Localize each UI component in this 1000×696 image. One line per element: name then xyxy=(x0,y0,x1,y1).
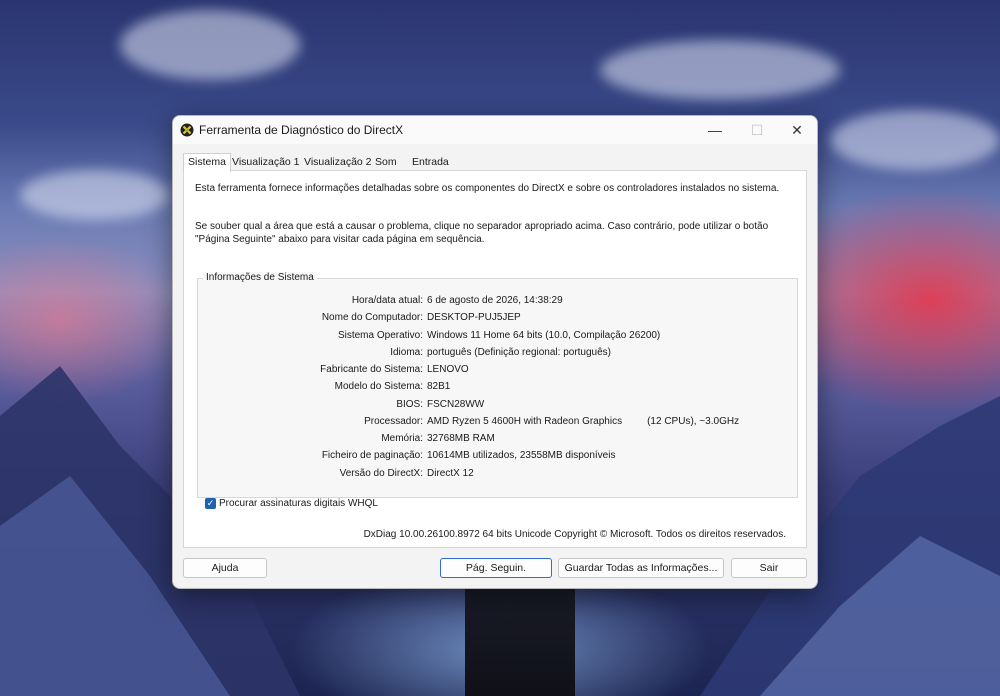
tab-som[interactable]: Som xyxy=(371,154,401,170)
info-label: Memória: xyxy=(381,433,423,444)
info-label: Fabricante do Sistema: xyxy=(320,364,423,375)
tab-entrada[interactable]: Entrada xyxy=(408,154,453,170)
info-row-manufacturer: Fabricante do Sistema: LENOVO xyxy=(198,364,797,378)
help-button[interactable]: Ajuda xyxy=(183,558,267,578)
info-label: Versão do DirectX: xyxy=(339,468,423,479)
title-bar[interactable]: Ferramenta de Diagnóstico do DirectX — ☐… xyxy=(173,116,817,144)
group-title: Informações de Sistema xyxy=(203,272,317,283)
dxdiag-window: Ferramenta de Diagnóstico do DirectX — ☐… xyxy=(172,115,818,589)
info-value: 32768MB RAM xyxy=(427,433,495,444)
info-row-memory: Memória: 32768MB RAM xyxy=(198,433,797,447)
info-label: BIOS: xyxy=(396,399,423,410)
info-row-os: Sistema Operativo: Windows 11 Home 64 bit… xyxy=(198,330,797,344)
window-title: Ferramenta de Diagnóstico do DirectX xyxy=(199,123,404,137)
info-row-language: Idioma: português (Definição regional: po… xyxy=(198,347,797,361)
info-value: DESKTOP-PUJ5JEP xyxy=(427,312,521,323)
info-value: FSCN28WW xyxy=(427,399,485,410)
whql-checkbox[interactable]: ✓ xyxy=(205,498,216,509)
info-value: português (Definição regional: português… xyxy=(427,347,611,358)
background-cloud xyxy=(20,170,170,220)
intro-text: Esta ferramenta fornece informações deta… xyxy=(195,183,780,194)
instructions-text: Se souber qual a área que está a causar … xyxy=(195,221,769,245)
save-all-info-button[interactable]: Guardar Todas as Informações... xyxy=(558,558,724,578)
info-value: LENOVO xyxy=(427,364,469,375)
info-row-pagefile: Ficheiro de paginação: 10614MB utilizados… xyxy=(198,450,797,464)
system-info-group: Informações de Sistema Hora/data atual: 6… xyxy=(197,272,798,498)
next-page-button[interactable]: Pág. Seguin. xyxy=(440,558,552,578)
maximize-icon: ☐ xyxy=(750,121,764,138)
maximize-button[interactable]: ☐ xyxy=(735,116,779,144)
info-value: AMD Ryzen 5 4600H with Radeon Graphics (… xyxy=(427,416,740,427)
minimize-button[interactable]: — xyxy=(693,116,737,144)
info-value: Windows 11 Home 64 bits (10.0, Compilaçã… xyxy=(427,330,661,341)
info-label: Processador: xyxy=(364,416,423,427)
directx-icon xyxy=(180,123,194,137)
info-row-datetime: Hora/data atual: 6 de agosto de 2026, 14:… xyxy=(198,295,797,309)
info-label: Ficheiro de paginação: xyxy=(321,450,423,461)
copyright-text: DxDiag 10.00.26100.8972 64 bits Unicode … xyxy=(363,529,786,540)
background-figure xyxy=(465,585,575,696)
tab-visualizacao-1[interactable]: Visualização 1 xyxy=(228,154,304,170)
close-button[interactable]: ✕ xyxy=(775,116,817,144)
close-icon: ✕ xyxy=(791,121,803,138)
info-label: Idioma: xyxy=(390,347,423,358)
info-row-computer-name: Nome do Computador: DESKTOP-PUJ5JEP xyxy=(198,312,797,326)
info-label: Modelo do Sistema: xyxy=(334,381,423,392)
tab-visualizacao-2[interactable]: Visualização 2 xyxy=(300,154,376,170)
exit-button[interactable]: Sair xyxy=(731,558,807,578)
info-row-bios: BIOS: FSCN28WW xyxy=(198,399,797,413)
background-cloud xyxy=(120,10,300,80)
info-value: 10614MB utilizados, 23558MB disponíveis xyxy=(427,450,616,461)
info-value: 6 de agosto de 2026, 14:38:29 xyxy=(427,295,563,306)
info-label: Nome do Computador: xyxy=(321,312,423,323)
system-tab-panel: Esta ferramenta fornece informações deta… xyxy=(183,170,807,548)
info-row-directx-version: Versão do DirectX: DirectX 12 xyxy=(198,468,797,482)
minimize-icon: — xyxy=(708,122,722,138)
tab-sistema[interactable]: Sistema xyxy=(183,153,231,172)
whql-label[interactable]: Procurar assinaturas digitais WHQL xyxy=(219,498,378,509)
background-cloud xyxy=(830,110,1000,170)
info-row-model: Modelo do Sistema: 82B1 xyxy=(198,381,797,395)
info-label: Hora/data atual: xyxy=(351,295,423,306)
info-value: DirectX 12 xyxy=(427,468,474,479)
info-value: 82B1 xyxy=(427,381,451,392)
info-row-processor: Processador: AMD Ryzen 5 4600H with Radeo… xyxy=(198,416,797,430)
background-cloud xyxy=(600,40,840,100)
info-label: Sistema Operativo: xyxy=(337,330,423,341)
